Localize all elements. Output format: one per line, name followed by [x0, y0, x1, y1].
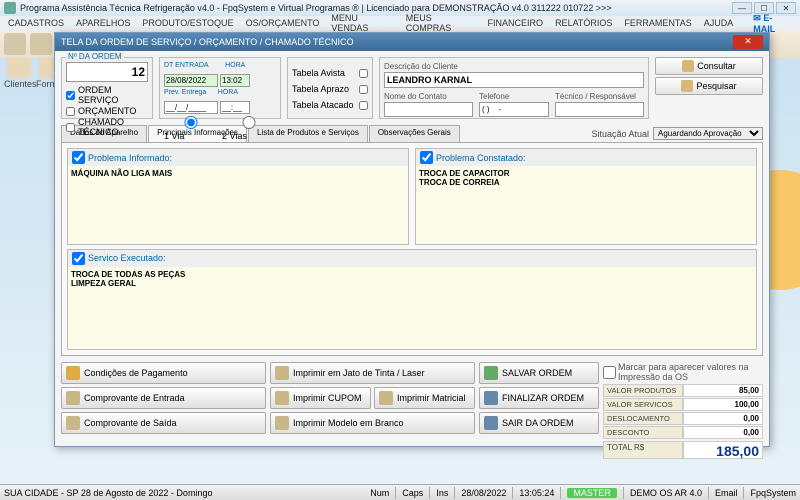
toolbar-icon[interactable]: [4, 33, 26, 55]
valor-desloc: 0,00: [683, 412, 763, 425]
cliente-group: Descrição do Cliente Nome do Contato Tel…: [379, 57, 649, 119]
cupom-button[interactable]: Imprimir CUPOM: [270, 387, 371, 409]
menu-ajuda[interactable]: AJUDA: [704, 18, 734, 28]
menu-relatorios[interactable]: RELATÓRIOS: [555, 18, 612, 28]
quick-clientes[interactable]: Clientes: [4, 58, 34, 89]
minimize-button[interactable]: —: [732, 2, 752, 14]
valor-total: 185,00: [683, 441, 763, 459]
servico-box: Servico Executado: TROCA DE TODAS AS PEÇ…: [67, 249, 757, 350]
dialog-titlebar: TELA DA ORDEM DE SERVIÇO / ORÇAMENTO / C…: [55, 33, 769, 51]
menu-email[interactable]: ✉ E-MAIL: [753, 13, 792, 34]
dates-group: DT ENTRADA HORA Prev. Entrega HORA 1 Via…: [159, 57, 281, 119]
branco-button[interactable]: Imprimir Modelo em Branco: [270, 412, 475, 434]
comp-saida-button[interactable]: Comprovante de Saída: [61, 412, 266, 434]
dialog-title: TELA DA ORDEM DE SERVIÇO / ORÇAMENTO / C…: [61, 37, 354, 47]
print-icon: [66, 391, 80, 405]
status-master: MASTER: [567, 488, 617, 498]
contato-input[interactable]: [384, 102, 473, 117]
order-number: 12: [66, 62, 148, 82]
status-cidade: SUA CIDADE - SP 28 de Agosto de 2022 - D…: [4, 488, 212, 498]
salvar-button[interactable]: SALVAR ORDEM: [479, 362, 599, 384]
menu-os[interactable]: OS/ORÇAMENTO: [246, 18, 320, 28]
dt-entrada-input[interactable]: [164, 74, 218, 87]
jato-button[interactable]: Imprimir em Jato de Tinta / Laser: [270, 362, 475, 384]
problema-constatado-box: Problema Constatado: TROCA DE CAPACITOR …: [415, 148, 757, 245]
order-number-group: Nº DA ORDEM 12 ORDEM SERVIÇO ORÇAMENTO C…: [61, 57, 153, 119]
tab-content: Problema Informado: MÁQUINA NÃO LIGA MAI…: [61, 142, 763, 356]
menu-aparelhos[interactable]: APARELHOS: [76, 18, 130, 28]
problema-informado-check[interactable]: [72, 151, 85, 164]
via1-radio[interactable]: 1 Via: [164, 116, 218, 141]
finalizar-button[interactable]: FINALIZAR ORDEM: [479, 387, 599, 409]
totals-panel: Marcar para aparecer valores na Impressã…: [603, 362, 763, 440]
telefone-input[interactable]: [479, 102, 549, 117]
orcamento-check[interactable]: ORÇAMENTO: [66, 106, 148, 116]
condicoes-button[interactable]: Condições de Pagamento: [61, 362, 266, 384]
marcar-check[interactable]: Marcar para aparecer valores na Impressã…: [603, 362, 763, 382]
toolbar-icon[interactable]: [30, 33, 52, 55]
menu-compras[interactable]: MEUS COMPRAS: [406, 13, 476, 33]
exit-icon: [484, 416, 498, 430]
clientes-icon: [7, 58, 31, 78]
prev-entrega-input[interactable]: [164, 101, 218, 114]
print-icon: [275, 391, 289, 405]
check-icon: [484, 366, 498, 380]
matricial-button[interactable]: Imprimir Matricial: [374, 387, 475, 409]
status-bar: SUA CIDADE - SP 28 de Agosto de 2022 - D…: [0, 484, 800, 500]
consultar-icon: [682, 60, 694, 72]
money-icon: [66, 366, 80, 380]
consultar-button[interactable]: Consultar: [655, 57, 763, 75]
finalize-icon: [484, 391, 498, 405]
tab-obs[interactable]: Observações Gerais: [369, 125, 460, 142]
print-icon: [275, 416, 289, 430]
chamado-check[interactable]: CHAMADO TÉCNICO: [66, 117, 148, 137]
ordem-servico-check[interactable]: ORDEM SERVIÇO: [66, 85, 148, 105]
main-titlebar: Programa Assistência Técnica Refrigeraçã…: [0, 0, 800, 16]
dialog-close-button[interactable]: ✕: [733, 35, 763, 49]
valor-produtos: 85,00: [683, 384, 763, 397]
servico-text[interactable]: TROCA DE TODAS AS PEÇAS LIMPEZA GERAL: [68, 267, 756, 349]
sair-button[interactable]: SAIR DA ORDEM: [479, 412, 599, 434]
print-icon: [275, 366, 289, 380]
tecnico-input[interactable]: [555, 102, 644, 117]
window-title: Programa Assistência Técnica Refrigeraçã…: [20, 3, 612, 13]
valor-servicos: 100,00: [683, 398, 763, 411]
order-dialog: TELA DA ORDEM DE SERVIÇO / ORÇAMENTO / C…: [54, 32, 770, 447]
cliente-desc-input[interactable]: [384, 72, 644, 88]
servico-check[interactable]: [72, 252, 85, 265]
situacao-select[interactable]: Aguardando Aprovação: [653, 127, 763, 140]
print-icon: [379, 391, 393, 405]
menu-cadastros[interactable]: CADASTROS: [8, 18, 64, 28]
problema-informado-box: Problema Informado: MÁQUINA NÃO LIGA MAI…: [67, 148, 409, 245]
tabela-avista-check[interactable]: Tabela Avista: [292, 68, 368, 78]
print-icon: [66, 416, 80, 430]
valor-desconto: 0,00: [683, 426, 763, 439]
comp-entrada-button[interactable]: Comprovante de Entrada: [61, 387, 266, 409]
problema-informado-text[interactable]: MÁQUINA NÃO LIGA MAIS: [68, 166, 408, 244]
pesquisar-button[interactable]: Pesquisar: [655, 77, 763, 95]
menu-bar: CADASTROS APARELHOS PRODUTO/ESTOQUE OS/O…: [0, 16, 800, 30]
hora-input[interactable]: [220, 74, 250, 87]
situacao-group: Situação Atual Aguardando Aprovação: [591, 125, 763, 142]
problema-constatado-check[interactable]: [420, 151, 433, 164]
via2-radio[interactable]: 2 Vias: [222, 116, 276, 141]
menu-vendas[interactable]: MENU VENDAS: [331, 13, 393, 33]
menu-produto[interactable]: PRODUTO/ESTOQUE: [142, 18, 233, 28]
search-buttons: Consultar Pesquisar: [655, 57, 763, 119]
pesquisar-icon: [681, 80, 693, 92]
app-icon: [4, 2, 16, 14]
tabela-group: Tabela Avista Tabela Aprazo Tabela Ataca…: [287, 57, 373, 119]
menu-ferramentas[interactable]: FERRAMENTAS: [624, 18, 691, 28]
menu-financeiro[interactable]: FINANCEIRO: [488, 18, 544, 28]
prev-hora-input[interactable]: [220, 101, 250, 114]
tabela-aprazo-check[interactable]: Tabela Aprazo: [292, 84, 368, 94]
problema-constatado-text[interactable]: TROCA DE CAPACITOR TROCA DE CORREIA: [416, 166, 756, 244]
tabela-atacado-check[interactable]: Tabela Atacado: [292, 100, 368, 110]
